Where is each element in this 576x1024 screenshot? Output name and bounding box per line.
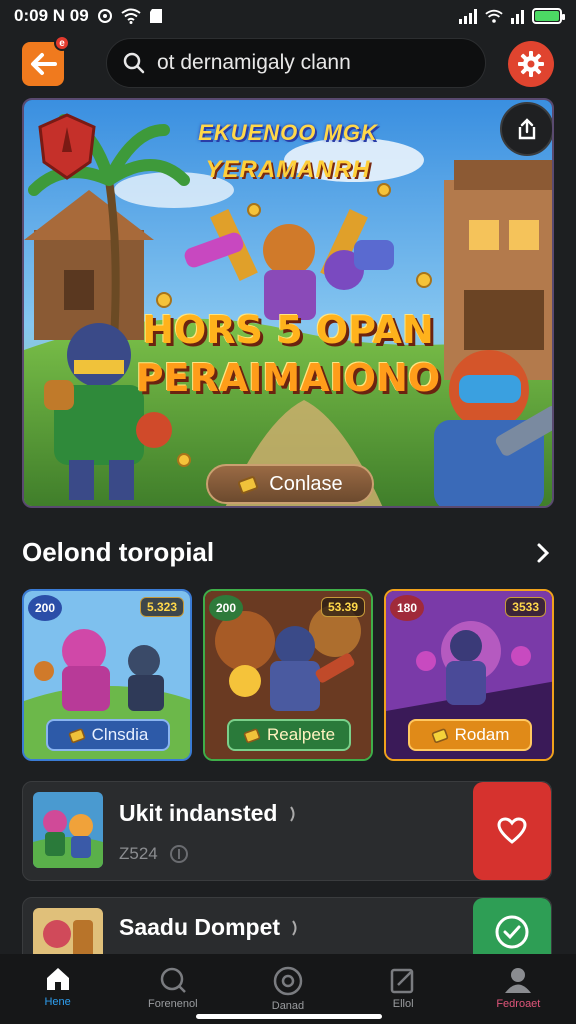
card-level-badge: 200 (28, 595, 62, 621)
ticket-icon (243, 728, 261, 744)
card-action-label: Rodam (454, 725, 510, 744)
card-price-badge: 5.323 (139, 597, 184, 617)
game-card[interactable]: 200 5.323 Clnsdia (22, 589, 192, 761)
home-icon (46, 968, 69, 990)
ticket-icon (431, 728, 448, 744)
card-price-badge: 3533 (505, 597, 546, 617)
search-icon (160, 967, 186, 993)
gear-icon (518, 51, 544, 77)
share-button[interactable] (500, 102, 552, 156)
wifi-icon (121, 8, 141, 24)
info-icon (169, 845, 188, 863)
nav-edit-label: Ellol (392, 998, 414, 1010)
share-icon (518, 118, 536, 140)
nav-search-label: Forenenol (148, 998, 198, 1010)
hero-banner[interactable]: EKUENOO MGK YERAMANRH HORS 5 OPAN PERAIM… (22, 98, 554, 508)
hero-headline-line2: PERAIMAIONO (135, 356, 441, 400)
notification-badge: e (54, 35, 70, 51)
favorite-button[interactable] (473, 782, 551, 880)
hero-title-line1: EKUENOO MGK (198, 120, 378, 145)
disc-icon (273, 966, 303, 996)
card-price-badge: 53.39 (320, 597, 365, 617)
verified-icon (290, 806, 295, 822)
card-action-label: Clnsdia (91, 725, 149, 744)
status-time: 0:09 N 09 (14, 6, 89, 25)
verified-icon (292, 920, 297, 936)
list-thumbnail (33, 792, 103, 868)
top-app-bar: e (0, 32, 576, 98)
ticket-icon (238, 476, 259, 494)
card-action-button[interactable]: Realpete (227, 719, 351, 751)
see-all-button[interactable] (530, 538, 556, 568)
player-count: Z524 (119, 844, 158, 863)
heart-icon (497, 817, 527, 844)
hero-title-line2: YERAMANRH (205, 156, 371, 183)
card-action-label: Realpete (266, 725, 336, 744)
card-level-badge: 200 (209, 595, 243, 621)
game-card[interactable]: 180 3533 Rodam (384, 589, 554, 761)
gear-small-icon (97, 9, 112, 23)
ticket-icon (68, 728, 85, 744)
hero-headline-line1: HORS 5 OPAN (142, 308, 434, 352)
wifi-icon-2 (485, 9, 503, 23)
search-bar[interactable] (106, 38, 486, 88)
profile-icon (505, 968, 532, 993)
status-bar: 0:09 N 09 (0, 0, 576, 32)
nav-profile[interactable]: Fedroaet (470, 954, 566, 1024)
search-input[interactable] (157, 51, 457, 75)
continue-button-label: Conlase (269, 472, 343, 495)
list-item[interactable]: Ukit indansted Z524 (22, 781, 552, 881)
sd-card-icon (149, 9, 162, 23)
cell-signal-icon (459, 8, 477, 24)
section-title: Oelond toropial (22, 537, 215, 567)
settings-button[interactable] (508, 41, 554, 87)
list-item-title: Saadu Dompet (119, 914, 300, 941)
arrow-left-icon (31, 53, 57, 75)
nav-profile-label: Fedroaet (496, 998, 541, 1010)
battery-icon (532, 8, 565, 24)
game-card[interactable]: 200 53.39 Realpete (203, 589, 373, 761)
nav-home-label: Hene (44, 996, 71, 1008)
search-icon (123, 52, 145, 74)
check-icon (495, 915, 529, 949)
card-action-button[interactable]: Rodam (408, 719, 532, 751)
thumbnail-artwork (33, 792, 103, 868)
continue-button[interactable]: Conlase (206, 464, 374, 504)
edit-icon (390, 968, 414, 994)
cell-signal-2-icon (511, 8, 524, 24)
card-level-badge: 180 (390, 595, 424, 621)
list-item-subtitle: Z524 (119, 844, 188, 864)
home-indicator[interactable] (196, 1014, 382, 1019)
list-item-title: Ukit indansted (119, 800, 298, 827)
card-action-button[interactable]: Clnsdia (46, 719, 170, 751)
nav-home[interactable]: Hene (10, 954, 106, 1024)
nav-disc-label: Danad (271, 1000, 305, 1012)
chevron-right-icon (537, 543, 550, 563)
